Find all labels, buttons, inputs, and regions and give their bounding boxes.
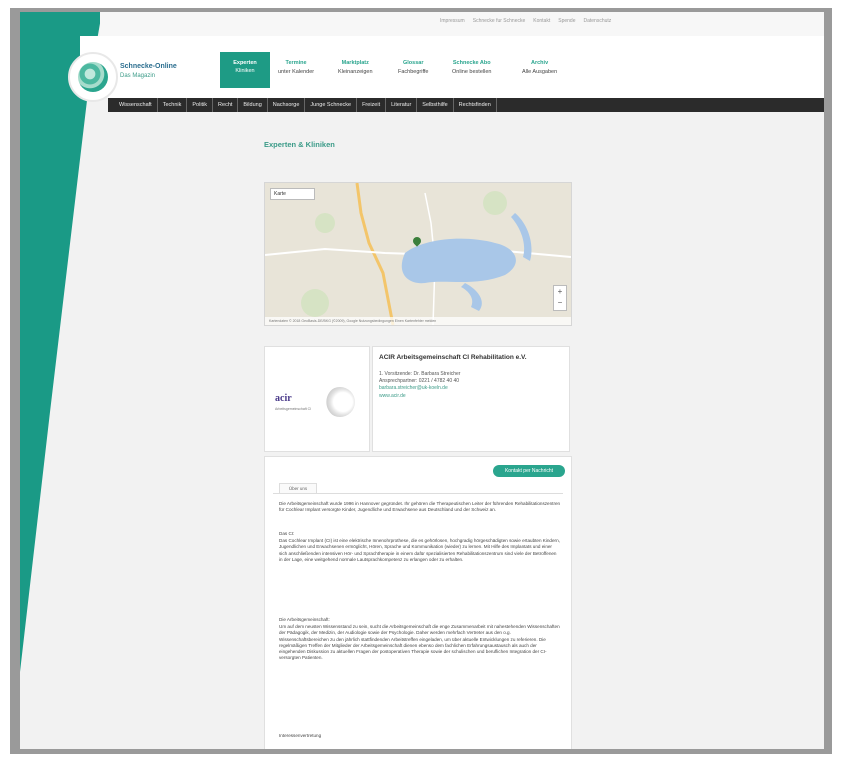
map-graphic xyxy=(265,183,571,325)
brand-title[interactable]: Schnecke-Online xyxy=(120,63,177,70)
paragraph-ci: Das Cochlear Implant (CI) ist eine elekt… xyxy=(279,538,560,562)
nav-item-glossar[interactable]: Glossar Fachbegriffe xyxy=(398,60,428,75)
organization-website-link[interactable]: www.acir.de xyxy=(379,393,406,399)
category-link[interactable]: Politik xyxy=(187,98,214,112)
top-link[interactable]: Kontakt xyxy=(533,18,550,24)
organization-name: ACIR Arbeitsgemeinschaft CI Rehabilitati… xyxy=(379,354,527,361)
map-attribution: Kartendaten © 2018 GeoBasis-DE/BKG (©200… xyxy=(265,317,571,325)
nav-item-archiv[interactable]: Archiv Alle Ausgaben xyxy=(522,60,557,75)
category-link[interactable]: Technik xyxy=(158,98,188,112)
paragraph-arbeitsgemeinschaft: Um auf dem neusten Wissensstand zu sein,… xyxy=(279,624,560,661)
category-bar: Wissenschaft Technik Politik Recht Bildu… xyxy=(108,98,824,112)
nav-label-bottom: Fachbegriffe xyxy=(398,69,429,75)
decorative-teal-stripe xyxy=(20,12,102,672)
brand-subtitle: Das Magazin xyxy=(120,73,156,79)
nav-label-bottom: Kliniken xyxy=(235,68,255,74)
organization-description-panel: Kontakt per Nachricht Über uns Die Arbei… xyxy=(264,456,572,749)
top-link[interactable]: Spende xyxy=(558,18,575,24)
nav-label-top: Marktplatz xyxy=(341,60,369,66)
snail-swirl-icon xyxy=(78,62,108,92)
zoom-out-button[interactable]: − xyxy=(554,297,566,308)
nav-label-bottom: Kleinanzeigen xyxy=(338,69,373,75)
nav-label-top: Glossar xyxy=(403,60,424,66)
zoom-control[interactable]: + − xyxy=(553,285,567,311)
organization-logo-card: acir Arbeitsgemeinschaft CI xyxy=(264,346,370,452)
category-link[interactable]: Selbsthilfe xyxy=(417,98,454,112)
category-link[interactable]: Recht xyxy=(213,98,239,112)
organization-phone: Ansprechpartner: 0221 / 4782 40 40 xyxy=(379,378,460,384)
map-type-dropdown[interactable]: Karte xyxy=(270,188,315,200)
acir-logo-circle-icon xyxy=(325,387,355,417)
map-embed[interactable]: Karte + − Kartendaten © 2018 GeoBasis-DE… xyxy=(264,182,572,326)
nav-label-bottom: unter Kalender xyxy=(278,69,315,75)
category-link[interactable]: Nachsorge xyxy=(268,98,306,112)
top-link[interactable]: Schnecke fur Schnecke xyxy=(473,18,526,24)
category-link[interactable]: Literatur xyxy=(386,98,418,112)
acir-logo-text: acir xyxy=(275,393,292,404)
zoom-in-button[interactable]: + xyxy=(554,286,566,297)
nav-item-abo[interactable]: Schnecke Abo Online bestellen xyxy=(452,60,491,75)
top-links: Impressum Schnecke fur Schnecke Kontakt … xyxy=(440,18,611,24)
category-link[interactable]: Junge Schnecke xyxy=(305,98,358,112)
heading-interessenvertretung: Interessenvertretung xyxy=(279,733,322,738)
heading-ci: Das CI: xyxy=(279,531,295,536)
nav-label-bottom: Online bestellen xyxy=(452,69,492,75)
nav-label-top: Archiv xyxy=(531,60,549,66)
browser-page: Impressum Schnecke fur Schnecke Kontakt … xyxy=(20,12,824,749)
nav-label-top: Termine xyxy=(285,60,307,66)
nav-label-top: Experten xyxy=(233,60,257,66)
nav-item-experten[interactable]: Experten Kliniken xyxy=(220,52,270,88)
nav-label-top: Schnecke Abo xyxy=(452,60,491,66)
tab-divider xyxy=(273,493,563,494)
organization-info-card: ACIR Arbeitsgemeinschaft CI Rehabilitati… xyxy=(372,346,570,452)
heading-arbeitsgemeinschaft: Die Arbeitsgemeinschaft: xyxy=(279,617,330,622)
category-link[interactable]: Freizeit xyxy=(357,98,387,112)
category-link[interactable]: Rechtsfinden xyxy=(454,98,497,112)
nav-label-bottom: Alle Ausgaben xyxy=(522,69,558,75)
screenshot-frame: Impressum Schnecke fur Schnecke Kontakt … xyxy=(0,0,841,762)
top-link[interactable]: Impressum xyxy=(440,18,465,24)
page-title: Experten & Kliniken xyxy=(264,140,335,149)
site-logo[interactable] xyxy=(68,52,118,102)
category-link[interactable]: Wissenschaft xyxy=(114,98,158,112)
nav-item-termine[interactable]: Termine unter Kalender xyxy=(278,60,314,75)
acir-logo-subtitle: Arbeitsgemeinschaft CI xyxy=(275,407,312,411)
top-link[interactable]: Datenschutz xyxy=(583,18,611,24)
organization-chair: 1. Vorsitzende: Dr. Barbara Streicher xyxy=(379,371,461,377)
category-link[interactable]: Bildung xyxy=(238,98,268,112)
organization-email-link[interactable]: barbara.streicher@uk-koeln.de xyxy=(379,385,448,391)
top-utility-bar: Impressum Schnecke fur Schnecke Kontakt … xyxy=(100,12,824,37)
nav-item-marktplatz[interactable]: Marktplatz Kleinanzeigen xyxy=(338,60,373,75)
paragraph-intro: Die Arbeitsgemeinschaft wurde 1996 in Ha… xyxy=(279,501,561,513)
contact-button[interactable]: Kontakt per Nachricht xyxy=(493,465,565,477)
